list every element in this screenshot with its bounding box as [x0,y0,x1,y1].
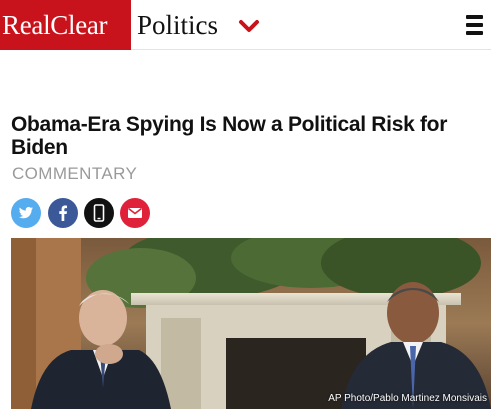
facebook-icon [59,205,67,221]
hamburger-menu-icon[interactable] [463,12,487,38]
photo-illustration [11,238,491,409]
email-icon [128,207,142,218]
twitter-icon [19,207,33,219]
site-header: RealClear Politics [0,0,491,50]
article-headline: Obama-Era Spying Is Now a Political Risk… [11,113,448,159]
facebook-share-button[interactable] [48,198,78,228]
article-section-label[interactable]: COMMENTARY [12,164,137,184]
logo-politics[interactable]: Politics [137,0,218,50]
article-photo: AP Photo/Pablo Martinez Monsivais [11,238,491,409]
logo-realclear[interactable]: RealClear [0,0,131,50]
chevron-down-icon[interactable] [238,18,260,34]
mobile-phone-icon [93,204,105,222]
email-share-button[interactable] [120,198,150,228]
twitter-share-button[interactable] [11,198,41,228]
photo-credit: AP Photo/Pablo Martinez Monsivais [328,393,487,404]
mobile-share-button[interactable] [84,198,114,228]
